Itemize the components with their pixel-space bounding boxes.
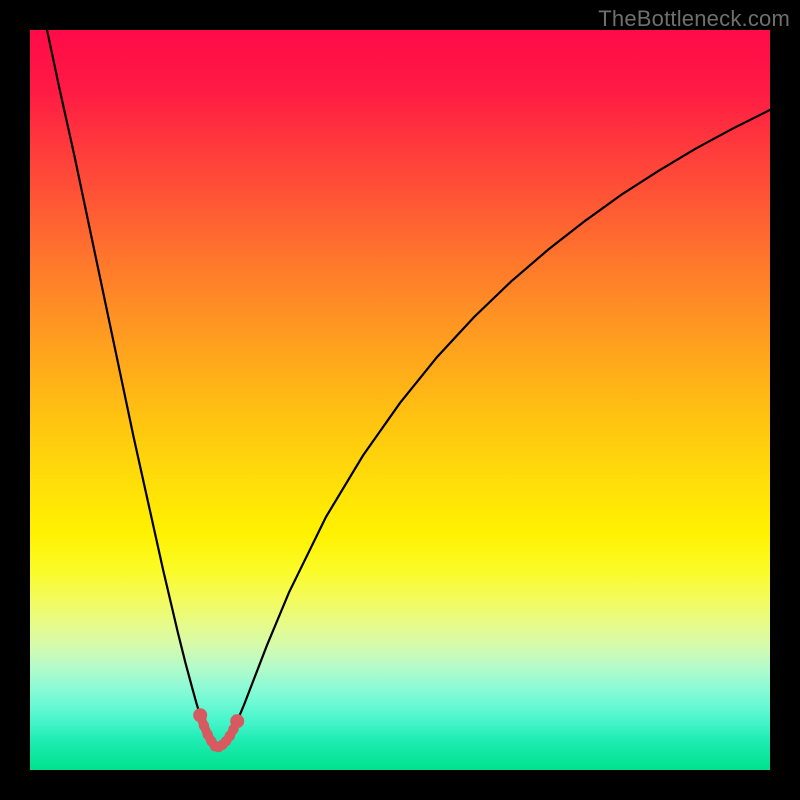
minimum-marker-dot (193, 708, 207, 722)
chart-plot-area (30, 30, 770, 770)
chart-svg (30, 30, 770, 770)
watermark-text: TheBottleneck.com (598, 6, 790, 32)
curve-right-branch (216, 110, 770, 748)
curve-left-branch (47, 30, 216, 748)
minimum-marker-dots (193, 708, 244, 752)
minimum-marker-dot (230, 714, 244, 728)
chart-frame: TheBottleneck.com (0, 0, 800, 800)
minimum-marker-dot (199, 720, 209, 730)
